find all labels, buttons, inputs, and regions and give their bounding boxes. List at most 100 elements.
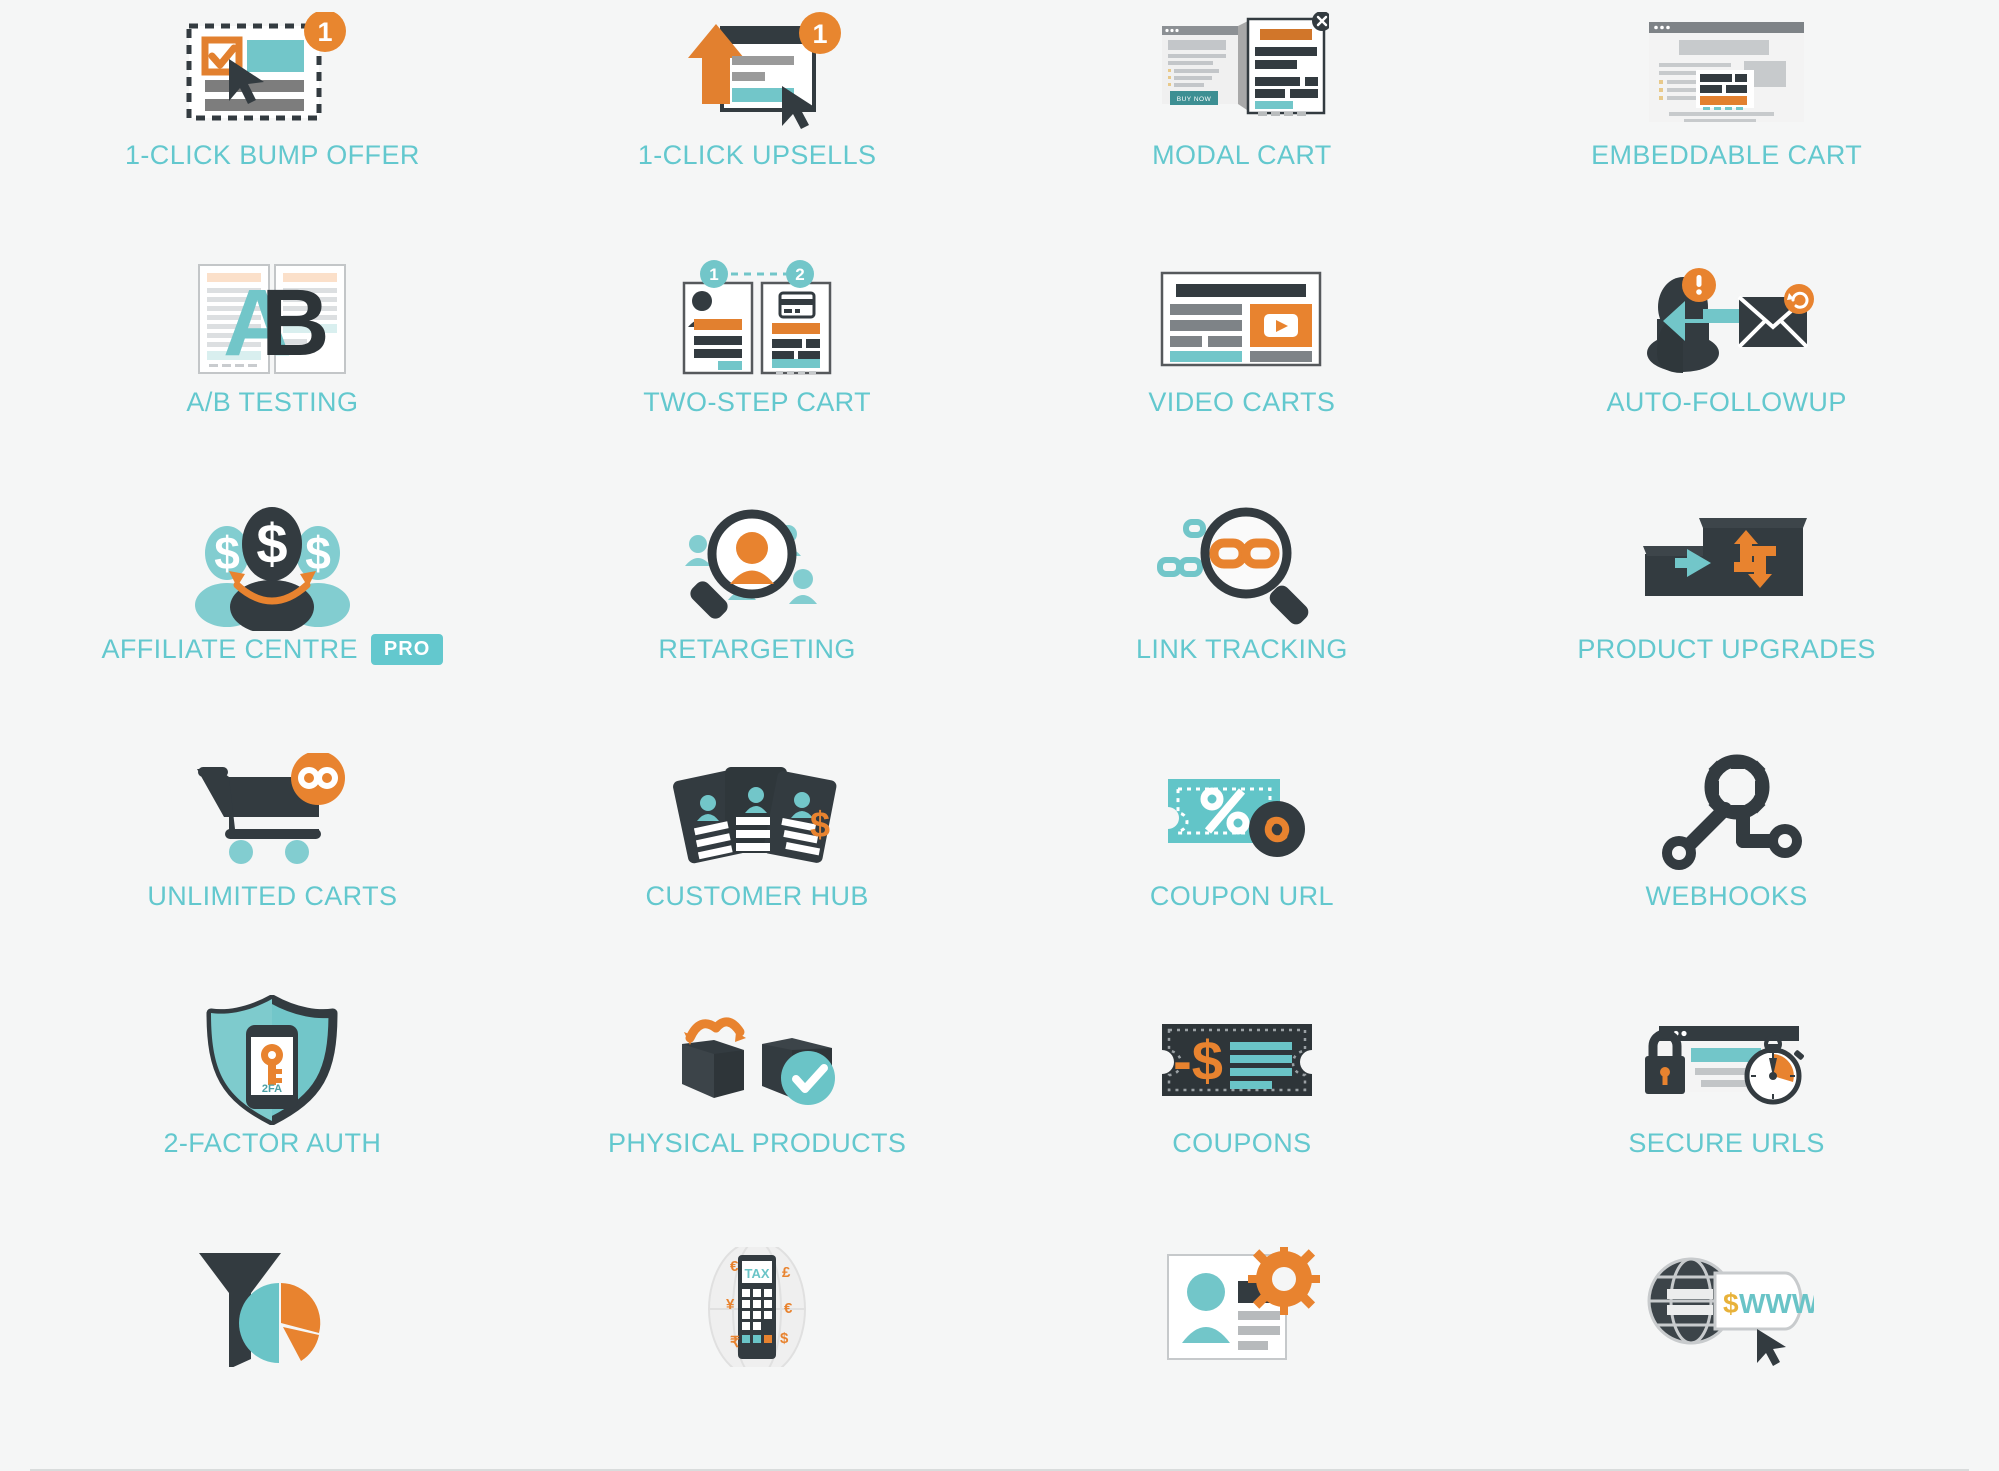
secure-urls-icon <box>1484 994 1969 1126</box>
svg-text:1: 1 <box>317 17 332 47</box>
svg-text:-$: -$ <box>1173 1029 1223 1092</box>
feature-cell-affiliate-centre[interactable]: $ $ $ AFFILIATE CENTRE PRO <box>30 494 515 741</box>
feature-label-row: CUSTOMER HUB <box>645 881 868 912</box>
feature-cell-ab-testing[interactable]: A B A/B TESTING <box>30 247 515 494</box>
feature-label-row: LINK TRACKING <box>1136 634 1348 665</box>
feature-cell-one-click-upsells[interactable]: 1 1-CLICK UPSELLS <box>515 0 1000 247</box>
feature-label-row: 1-CLICK BUMP OFFER <box>125 140 420 171</box>
feature-cell-modal-cart[interactable]: BUY NOW MODAL CART <box>1000 0 1485 247</box>
feature-label: PHYSICAL PRODUCTS <box>607 1128 907 1158</box>
feature-cell-physical-products[interactable]: PHYSICAL PRODUCTS <box>515 988 1000 1235</box>
feature-label: VIDEO CARTS <box>1148 387 1336 417</box>
feature-grid: 1 1-CLICK BUMP OFFER 1 1-CLICK UPSELLS B… <box>0 0 1999 1471</box>
svg-text:$: $ <box>305 527 331 579</box>
video-cart-icon <box>1000 253 1485 385</box>
feature-cell-coupons[interactable]: -$ COUPONS <box>1000 988 1485 1235</box>
svg-text:$: $ <box>256 512 287 575</box>
svg-text:£: £ <box>782 1264 791 1281</box>
feature-label-row: VIDEO CARTS <box>1148 387 1335 418</box>
svg-text:BUY NOW: BUY NOW <box>1177 96 1212 103</box>
feature-cell-one-click-bump-offer[interactable]: 1 1-CLICK BUMP OFFER <box>30 0 515 247</box>
feature-cell-webhooks[interactable]: WEBHOOKS <box>1484 741 1969 988</box>
feature-label: CUSTOMER HUB <box>645 881 869 911</box>
svg-text:2FA: 2FA <box>262 1083 282 1095</box>
coupons-icon: -$ <box>1000 994 1485 1126</box>
feature-label-row: SECURE URLS <box>1628 1128 1824 1159</box>
feature-cell-customer-hub[interactable]: $ CUSTOMER HUB <box>515 741 1000 988</box>
feature-cell-retargeting[interactable]: RETARGETING <box>515 494 1000 741</box>
affiliate-centre-icon: $ $ $ <box>30 500 515 632</box>
feature-cell-product-upgrades[interactable]: PRODUCT UPGRADES <box>1484 494 1969 741</box>
feature-label: UNLIMITED CARTS <box>147 881 398 911</box>
pro-badge: PRO <box>370 634 444 665</box>
feature-label: SECURE URLS <box>1628 1128 1825 1158</box>
bump-offer-icon: 1 <box>30 6 515 138</box>
feature-label: AFFILIATE CENTRE <box>101 634 358 664</box>
two-factor-auth-icon: 2FA <box>30 994 515 1126</box>
svg-text:€: € <box>784 1300 793 1317</box>
unlimited-carts-icon <box>30 747 515 879</box>
feature-cell-customer-settings[interactable] <box>1000 1235 1485 1471</box>
auto-followup-icon <box>1484 253 1969 385</box>
feature-label: COUPON URL <box>1149 881 1334 911</box>
upsell-arrow-icon: 1 <box>515 6 1000 138</box>
svg-text:1: 1 <box>709 265 718 284</box>
feature-label: 1-CLICK UPSELLS <box>637 140 877 170</box>
svg-text:¥: ¥ <box>726 1296 735 1313</box>
feature-label-row: PHYSICAL PRODUCTS <box>608 1128 906 1159</box>
customer-hub-icon: $ <box>515 747 1000 879</box>
feature-cell-two-step-cart[interactable]: 1 2 TWO-STEP CART <box>515 247 1000 494</box>
link-tracking-icon <box>1000 500 1485 632</box>
feature-label: 1-CLICK BUMP OFFER <box>125 140 420 170</box>
feature-label-row: 1-CLICK UPSELLS <box>638 140 877 171</box>
feature-label-row: TWO-STEP CART <box>643 387 871 418</box>
coupon-url-icon <box>1000 747 1485 879</box>
physical-products-icon <box>515 994 1000 1126</box>
svg-text:$: $ <box>214 527 240 579</box>
feature-cell-auto-followup[interactable]: AUTO-FOLLOWUP <box>1484 247 1969 494</box>
svg-text:$: $ <box>780 1330 789 1347</box>
feature-label: RETARGETING <box>658 634 856 664</box>
modal-cart-icon: BUY NOW <box>1000 6 1485 138</box>
embeddable-cart-icon <box>1484 6 1969 138</box>
feature-label: COUPONS <box>1172 1128 1312 1158</box>
feature-label-row: RETARGETING <box>658 634 855 665</box>
retargeting-icon <box>515 500 1000 632</box>
feature-label: MODAL CART <box>1152 140 1332 170</box>
two-step-cart-icon: 1 2 <box>515 253 1000 385</box>
feature-label-row: A/B TESTING <box>186 387 358 418</box>
feature-label: PRODUCT UPGRADES <box>1577 634 1876 664</box>
svg-text:$: $ <box>1723 1288 1739 1319</box>
feature-label: WEBHOOKS <box>1645 881 1808 911</box>
funnel-chart-icon <box>30 1241 515 1373</box>
feature-label-row: AUTO-FOLLOWUP <box>1607 387 1847 418</box>
feature-cell-video-carts[interactable]: VIDEO CARTS <box>1000 247 1485 494</box>
feature-label: TWO-STEP CART <box>643 387 871 417</box>
svg-text:₹: ₹ <box>730 1334 740 1351</box>
tax-calculator-icon: TAX € £ ¥ € ₹ $ <box>515 1241 1000 1373</box>
custom-domain-icon: $ WWW <box>1484 1241 1969 1373</box>
svg-text:€: € <box>730 1258 739 1275</box>
svg-text:1: 1 <box>812 19 827 49</box>
feature-cell-custom-domains[interactable]: $ WWW <box>1484 1235 1969 1471</box>
webhooks-icon <box>1484 747 1969 879</box>
feature-cell-two-factor-auth[interactable]: 2FA 2-FACTOR AUTH <box>30 988 515 1235</box>
feature-cell-sales-funnel[interactable] <box>30 1235 515 1471</box>
feature-label: 2-FACTOR AUTH <box>163 1128 382 1158</box>
ab-testing-icon: A B <box>30 253 515 385</box>
svg-text:2: 2 <box>795 265 804 284</box>
customer-settings-icon <box>1000 1241 1485 1373</box>
feature-cell-link-tracking[interactable]: LINK TRACKING <box>1000 494 1485 741</box>
svg-text:B: B <box>261 270 330 376</box>
feature-cell-secure-urls[interactable]: SECURE URLS <box>1484 988 1969 1235</box>
feature-cell-coupon-url[interactable]: COUPON URL <box>1000 741 1485 988</box>
feature-grid-page: 1 1-CLICK BUMP OFFER 1 1-CLICK UPSELLS B… <box>0 0 1999 1471</box>
feature-cell-embeddable-cart[interactable]: EMBEDDABLE CART <box>1484 0 1969 247</box>
feature-cell-unlimited-carts[interactable]: UNLIMITED CARTS <box>30 741 515 988</box>
svg-text:TAX: TAX <box>744 1266 769 1281</box>
feature-label: LINK TRACKING <box>1136 634 1348 664</box>
svg-text:WWW: WWW <box>1739 1288 1814 1319</box>
feature-cell-tax-calculator[interactable]: TAX € £ ¥ € ₹ $ <box>515 1235 1000 1471</box>
feature-label-row: WEBHOOKS <box>1646 881 1808 912</box>
feature-label-row: COUPONS <box>1172 1128 1311 1159</box>
